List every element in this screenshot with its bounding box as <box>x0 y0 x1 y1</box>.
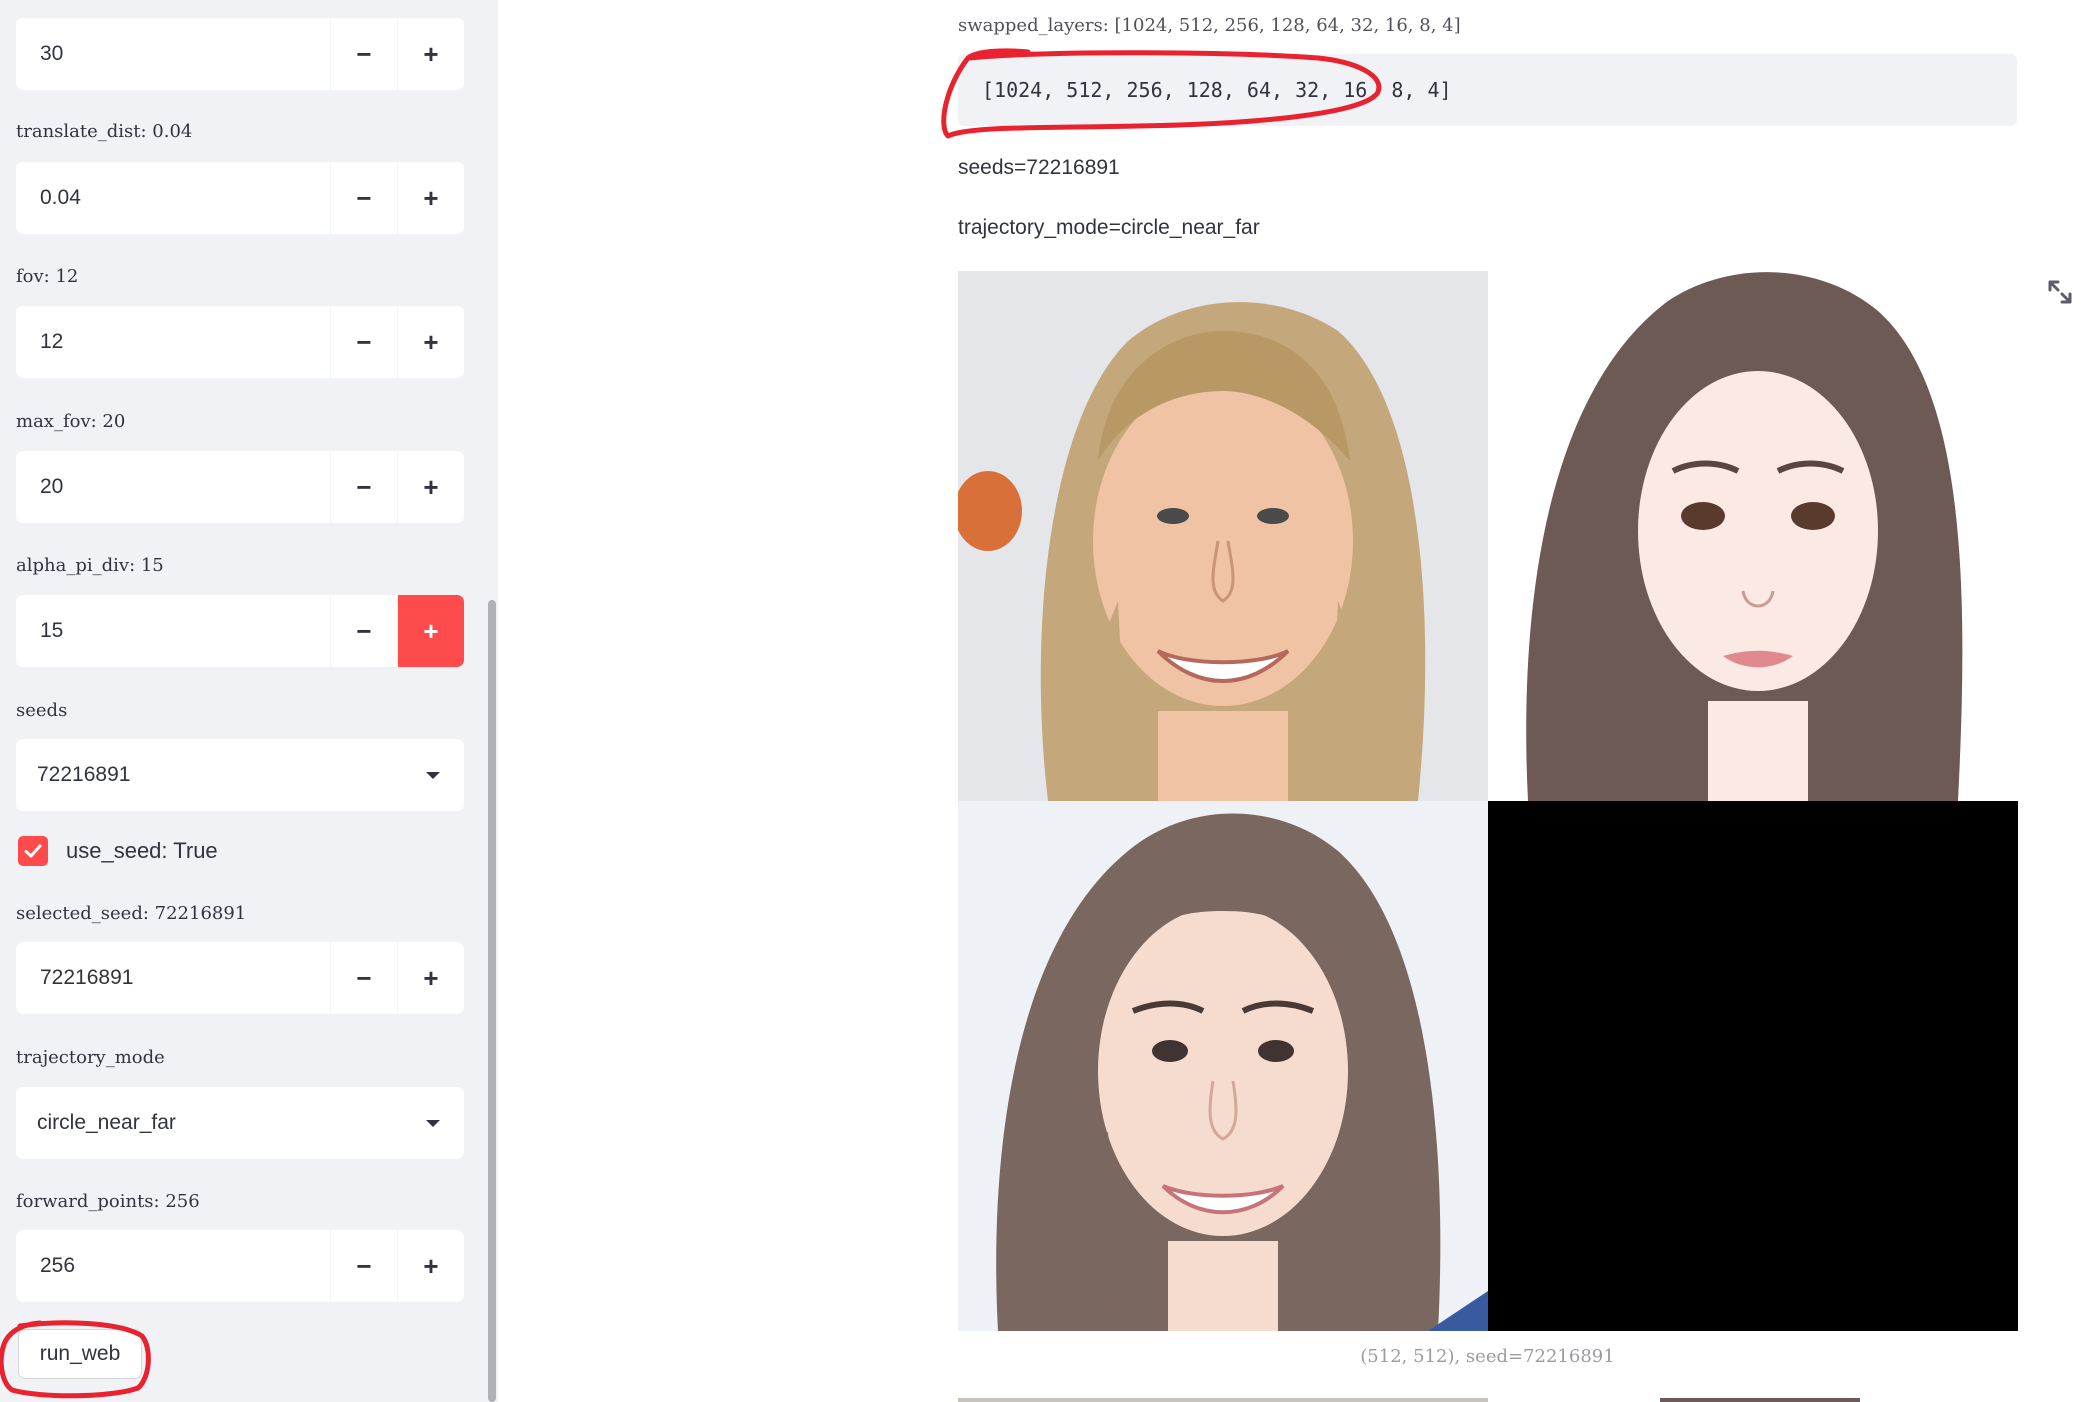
plus-icon: + <box>423 962 439 993</box>
result-image-photo <box>958 271 1488 801</box>
translate-dist-label: translate_dist: 0.04 <box>16 121 193 142</box>
max-fov-label: max_fov: 20 <box>16 411 126 432</box>
alpha-pi-div-label: alpha_pi_div: 15 <box>16 555 164 576</box>
sidebar: 30 − + translate_dist: 0.04 0.04 − + fov… <box>0 0 498 1402</box>
number-input-value[interactable]: 15 <box>16 619 330 643</box>
decrement-button[interactable]: − <box>330 306 397 378</box>
minus-icon: − <box>356 962 372 993</box>
translate-dist-input: 0.04 − + <box>16 162 464 234</box>
minus-icon: − <box>356 471 372 502</box>
number-input-value[interactable]: 72216891 <box>16 966 330 990</box>
use-seed-checkbox-row[interactable]: use_seed: True <box>18 836 218 866</box>
plus-icon: + <box>423 326 439 357</box>
annotation-circle <box>0 1320 151 1399</box>
minus-icon: − <box>356 38 372 69</box>
number-input-value[interactable]: 20 <box>16 475 330 499</box>
trajectory-mode-select[interactable]: circle_near_far <box>16 1087 464 1159</box>
minus-icon: − <box>356 326 372 357</box>
forward-points-label: forward_points: 256 <box>16 1191 200 1212</box>
increment-button[interactable]: + <box>397 162 464 234</box>
seeds-line: seeds=72216891 <box>958 156 1120 179</box>
next-image-partial <box>1660 1398 1860 1402</box>
decrement-button[interactable]: − <box>330 595 397 667</box>
next-image-partial <box>958 1398 1488 1402</box>
increment-button[interactable]: + <box>397 451 464 523</box>
forward-points-input: 256 − + <box>16 1230 464 1302</box>
result-image-anime <box>1488 271 2018 801</box>
minus-icon: − <box>356 182 372 213</box>
plus-icon: + <box>423 38 439 69</box>
number-input-30: 30 − + <box>16 18 464 90</box>
decrement-button[interactable]: − <box>330 942 397 1014</box>
image-caption: (512, 512), seed=72216891 <box>1360 1346 1615 1367</box>
plus-icon: + <box>423 471 439 502</box>
selected-seed-input: 72216891 − + <box>16 942 464 1014</box>
number-input-value[interactable]: 30 <box>16 42 330 66</box>
fov-input: 12 − + <box>16 306 464 378</box>
alpha-pi-div-input: 15 − + <box>16 595 464 667</box>
use-seed-label: use_seed: True <box>66 838 218 863</box>
swapped-layers-label: swapped_layers: [1024, 512, 256, 128, 64… <box>958 15 1461 36</box>
minus-icon: − <box>356 1250 372 1281</box>
check-icon <box>24 844 42 858</box>
caret-down-icon <box>426 771 440 779</box>
expand-icon[interactable] <box>2046 278 2074 306</box>
decrement-button[interactable]: − <box>330 1230 397 1302</box>
seeds-select[interactable]: 72216891 <box>16 739 464 811</box>
minus-icon: − <box>356 615 372 646</box>
result-image-blend <box>958 801 1488 1331</box>
seeds-label: seeds <box>16 700 68 721</box>
decrement-button[interactable]: − <box>330 18 397 90</box>
decrement-button[interactable]: − <box>330 162 397 234</box>
decrement-button[interactable]: − <box>330 451 397 523</box>
increment-button[interactable]: + <box>397 306 464 378</box>
plus-icon: + <box>423 615 439 646</box>
result-image-blank <box>1488 801 2018 1331</box>
number-input-value[interactable]: 256 <box>16 1254 330 1278</box>
number-input-value[interactable]: 0.04 <box>16 186 330 210</box>
fov-label: fov: 12 <box>16 266 79 287</box>
annotation-circle <box>941 48 1382 139</box>
plus-icon: + <box>423 182 439 213</box>
selected-seed-label: selected_seed: 72216891 <box>16 903 247 924</box>
trajectory-mode-select-value: circle_near_far <box>37 1111 176 1134</box>
plus-icon: + <box>423 1250 439 1281</box>
number-input-value[interactable]: 12 <box>16 330 330 354</box>
caret-down-icon <box>426 1119 440 1127</box>
trajectory-mode-label: trajectory_mode <box>16 1047 165 1068</box>
increment-button[interactable]: + <box>397 595 464 667</box>
increment-button[interactable]: + <box>397 1230 464 1302</box>
max-fov-input: 20 − + <box>16 451 464 523</box>
trajectory-line: trajectory_mode=circle_near_far <box>958 216 1260 239</box>
increment-button[interactable]: + <box>397 18 464 90</box>
sidebar-scrollbar[interactable] <box>488 600 496 1402</box>
increment-button[interactable]: + <box>397 942 464 1014</box>
seeds-select-value: 72216891 <box>37 763 131 786</box>
use-seed-checkbox[interactable] <box>18 836 48 866</box>
